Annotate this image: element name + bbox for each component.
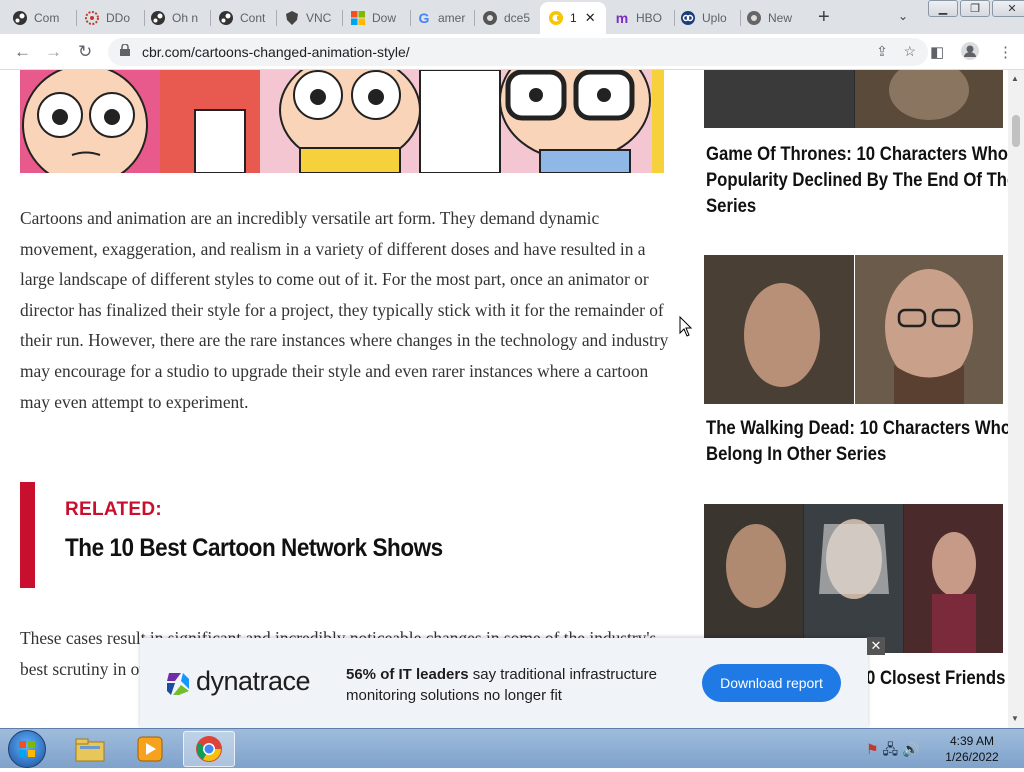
- steam-icon: [218, 10, 234, 26]
- tab-7[interactable]: G amer: [416, 5, 468, 30]
- new-tab-button[interactable]: +: [818, 6, 830, 29]
- side-panel-icon[interactable]: ◧: [930, 43, 944, 61]
- file-explorer-icon[interactable]: [64, 731, 116, 767]
- menu-kebab-icon[interactable]: ⋮: [998, 43, 1013, 61]
- tab-2[interactable]: DDo: [84, 5, 140, 30]
- related-label: RELATED:: [65, 499, 163, 520]
- scroll-down-icon[interactable]: ▼: [1011, 714, 1019, 723]
- lock-icon: [120, 44, 130, 56]
- sidebar-thumbnail-got[interactable]: [704, 70, 1003, 128]
- google-icon: G: [418, 9, 430, 26]
- sidebar-thumbnail-witcher[interactable]: [704, 504, 1003, 653]
- sidebar-title-witcher[interactable]: 0 Closest Friends: [866, 666, 1008, 692]
- clock-date: 1/26/2022: [945, 750, 999, 764]
- globe-icon: [482, 10, 498, 26]
- system-tray: ⚑ 🖧 🔊: [866, 739, 919, 763]
- windows-icon: [350, 10, 366, 26]
- close-tab-icon[interactable]: ✕: [585, 10, 596, 26]
- network-icon[interactable]: 🖧: [882, 741, 898, 757]
- bookmark-star-icon[interactable]: ☆: [903, 43, 916, 59]
- page-scrollbar[interactable]: ▲ ▼: [1008, 70, 1024, 728]
- ad-close-button[interactable]: ✕: [867, 637, 885, 655]
- cbr-icon: [548, 10, 564, 26]
- sidebar-title-got[interactable]: Game Of Thrones: 10 Characters Whose Pop…: [706, 142, 1008, 220]
- browser-toolbar: ← → ↻ cbr.com/cartoons-changed-animation…: [0, 34, 1024, 70]
- tab-6[interactable]: Dow: [350, 5, 406, 30]
- mouse-cursor-icon: [679, 316, 693, 337]
- tab-3[interactable]: Oh n: [150, 5, 208, 30]
- forward-icon[interactable]: →: [45, 42, 62, 62]
- tab-8[interactable]: dce5: [482, 5, 534, 30]
- scroll-thumb[interactable]: [1012, 115, 1020, 147]
- scroll-up-icon[interactable]: ▲: [1011, 74, 1019, 83]
- windows-taskbar: ⚑ 🖧 🔊 4:39 AM 1/26/2022: [0, 728, 1024, 768]
- tab-4[interactable]: Cont: [218, 5, 274, 30]
- steam-icon: [150, 10, 166, 26]
- ad-banner[interactable]: ✕ dynatrace 56% of IT leaders say tradit…: [140, 637, 885, 728]
- ad-message: 56% of IT leaders say traditional infras…: [346, 666, 657, 704]
- action-center-flag-icon[interactable]: ⚑: [866, 741, 879, 757]
- system-clock[interactable]: 4:39 AM 1/26/2022: [940, 733, 1004, 765]
- shield-icon: [284, 10, 300, 26]
- reload-icon[interactable]: ↻: [78, 42, 92, 62]
- chrome-icon: [746, 10, 762, 26]
- share-icon[interactable]: ⇪: [876, 43, 888, 59]
- address-bar[interactable]: cbr.com/cartoons-changed-animation-style…: [108, 38, 928, 66]
- tab-11[interactable]: Uplo: [680, 5, 734, 30]
- flower-icon: [84, 10, 100, 26]
- volume-icon[interactable]: 🔊: [902, 741, 919, 757]
- clock-time: 4:39 AM: [949, 734, 995, 748]
- tab-5[interactable]: VNC: [284, 5, 336, 30]
- ad-brand-name: dynatrace: [196, 666, 311, 696]
- profile-avatar-icon[interactable]: [960, 41, 980, 65]
- media-player-icon[interactable]: [124, 731, 176, 767]
- tab-cbr-active[interactable]: 1 ✕: [540, 2, 606, 34]
- tab-10[interactable]: m HBO: [614, 5, 672, 30]
- hbo-icon: m: [615, 9, 629, 26]
- sidebar-title-walking-dead[interactable]: The Walking Dead: 10 Characters Who Belo…: [706, 416, 1008, 468]
- close-window-button[interactable]: ✕: [992, 0, 1024, 17]
- download-report-button[interactable]: Download report: [702, 664, 841, 702]
- related-box: RELATED: The 10 Best Cartoon Network Sho…: [20, 482, 660, 588]
- back-icon[interactable]: ←: [14, 42, 31, 62]
- steam-icon: [12, 10, 28, 26]
- related-accent-bar: [20, 482, 35, 588]
- hero-cartoon-image: [20, 70, 664, 173]
- article-paragraph: Cartoons and animation are an incredibly…: [20, 208, 669, 412]
- tab-strip: Com DDo Oh n Cont VNC Dow G amer dce5 1 …: [0, 0, 1024, 34]
- sidebar-thumbnail-walking-dead[interactable]: [704, 255, 1003, 404]
- minimize-button[interactable]: ▁: [928, 0, 958, 17]
- chrome-taskbar-icon[interactable]: [183, 731, 235, 767]
- related-article-link[interactable]: The 10 Best Cartoon Network Shows: [65, 534, 443, 563]
- dynatrace-logo-icon: [167, 673, 189, 695]
- restore-button[interactable]: ❐: [960, 0, 990, 17]
- page-content: Cartoons and animation are an incredibly…: [0, 70, 1008, 728]
- upload-icon: [680, 10, 696, 26]
- window-controls: ▁ ❐ ✕: [928, 0, 1024, 17]
- tab-12[interactable]: New: [746, 5, 798, 30]
- tab-1[interactable]: Com: [12, 5, 70, 30]
- start-button[interactable]: [8, 730, 46, 768]
- tab-search-icon[interactable]: ⌄: [898, 9, 908, 23]
- url-text: cbr.com/cartoons-changed-animation-style…: [142, 44, 410, 60]
